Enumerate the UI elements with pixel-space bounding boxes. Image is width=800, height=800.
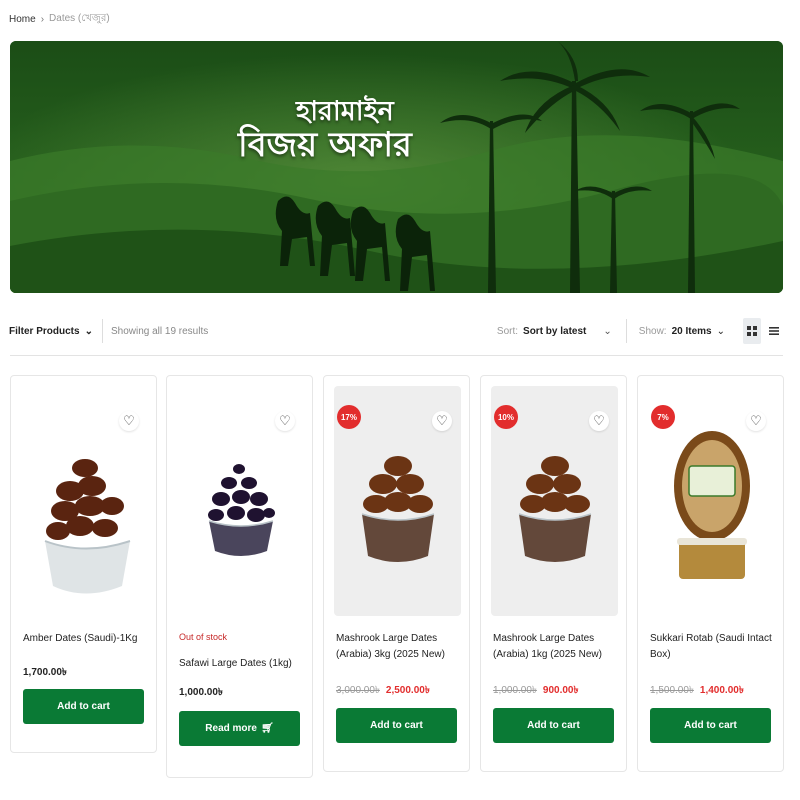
banner-title: হারামাইন বিজয় অফার — [238, 97, 412, 164]
product-price: 1,500.00৳ 1,400.00৳ — [650, 683, 744, 700]
add-to-cart-label: Add to cart — [57, 701, 110, 712]
product-price: 3,000.00৳ 2,500.00৳ — [336, 683, 430, 700]
cart-icon: 🛒︎ — [260, 723, 274, 734]
breadcrumb-current: Dates (খেজুর) — [49, 13, 110, 24]
banner-title-line1: হারামাইন — [296, 96, 394, 127]
add-to-cart-button[interactable]: Add to cart — [336, 708, 457, 743]
chevron-down-icon: ⌄ — [84, 325, 93, 337]
add-to-cart-button[interactable]: Add to cart — [650, 708, 771, 743]
show-value: 20 Items — [671, 325, 712, 337]
read-more-button[interactable]: Read more 🛒︎ — [179, 711, 300, 746]
wishlist-heart-icon[interactable]: ♡ — [275, 411, 295, 431]
add-to-cart-button[interactable]: Add to cart — [23, 689, 144, 724]
banner-desert-illustration — [10, 41, 783, 293]
chevron-down-icon: ⌄ — [716, 325, 725, 337]
read-more-label: Read more — [205, 723, 257, 734]
items-per-page-select[interactable]: Show: 20 Items ⌄ — [639, 326, 725, 337]
toolbar-divider — [10, 355, 783, 356]
add-to-cart-label: Add to cart — [370, 720, 423, 731]
product-price-current: 1,700.00৳ — [23, 667, 67, 678]
product-image[interactable]: 7% ♡ — [648, 386, 775, 616]
breadcrumb-separator: › — [40, 14, 45, 25]
product-name[interactable]: Sukkari Rotab (Saudi Intact Box) — [650, 631, 775, 662]
view-toggle — [743, 318, 783, 344]
product-card[interactable]: 17% ♡ Mashrook Large Dates (Arabia) 3kg … — [323, 375, 470, 772]
wishlist-heart-icon[interactable]: ♡ — [432, 411, 452, 431]
discount-badge: 10% — [494, 405, 518, 429]
add-to-cart-button[interactable]: Add to cart — [493, 708, 614, 743]
product-price: 1,000.00৳ — [179, 685, 223, 702]
wishlist-heart-icon[interactable]: ♡ — [746, 411, 766, 431]
discount-badge: 7% — [651, 405, 675, 429]
dates-bowl-image — [518, 456, 591, 562]
product-price-sale: 1,400.00৳ — [699, 685, 744, 696]
product-price-sale: 2,500.00৳ — [385, 685, 430, 696]
banner-title-line2: বিজয় অফার — [238, 124, 412, 165]
product-card[interactable]: 7% ♡ Sukkari Rotab (Saudi Intact Box) 1,… — [637, 375, 784, 772]
product-price: 1,700.00৳ — [23, 665, 67, 682]
product-name[interactable]: Mashrook Large Dates (Arabia) 1kg (2025 … — [493, 631, 618, 662]
product-image[interactable]: 17% ♡ — [334, 386, 461, 616]
add-to-cart-label: Add to cart — [527, 720, 580, 731]
shop-toolbar: Filter Products ⌄ Showing all 19 results… — [9, 316, 783, 346]
breadcrumb-home-link[interactable]: Home — [9, 14, 36, 25]
wishlist-heart-icon[interactable]: ♡ — [589, 411, 609, 431]
filter-products-button[interactable]: Filter Products ⌄ — [9, 319, 103, 343]
results-count: Showing all 19 results — [110, 325, 209, 337]
product-price-sale: 900.00৳ — [542, 685, 579, 696]
product-price-old: 3,000.00৳ — [336, 685, 380, 696]
product-price: 1,000.00৳ 900.00৳ — [493, 683, 578, 700]
list-view-icon[interactable] — [765, 318, 783, 344]
dates-box-image — [673, 431, 750, 579]
dates-bowl-image — [361, 456, 434, 562]
product-price-current: 1,000.00৳ — [179, 687, 223, 698]
product-card[interactable]: 10% ♡ Mashrook Large Dates (Arabia) 1kg … — [480, 375, 627, 772]
product-name[interactable]: Mashrook Large Dates (Arabia) 3kg (2025 … — [336, 631, 461, 662]
out-of-stock-label: Out of stock — [179, 632, 228, 642]
wishlist-heart-icon[interactable]: ♡ — [119, 411, 139, 431]
product-image[interactable]: 10% ♡ — [491, 386, 618, 616]
breadcrumb: Home › Dates (খেজুর) — [9, 11, 110, 28]
show-label: Show: — [638, 325, 667, 337]
product-name[interactable]: Safawi Large Dates (1kg) — [179, 656, 304, 672]
add-to-cart-label: Add to cart — [684, 720, 737, 731]
sort-select[interactable]: Sort: Sort by latest ⌄ — [497, 319, 627, 343]
sort-value: Sort by latest — [523, 325, 587, 337]
product-price-old: 1,000.00৳ — [493, 685, 537, 696]
chevron-down-icon: ⌄ — [603, 325, 612, 337]
product-image[interactable]: ♡ — [21, 386, 148, 616]
dates-bowl-image — [44, 459, 130, 594]
product-price-old: 1,500.00৳ — [650, 685, 694, 696]
filter-products-label: Filter Products — [9, 325, 80, 337]
product-image[interactable]: ♡ — [177, 386, 304, 616]
dates-bowl-image — [207, 464, 275, 556]
product-name[interactable]: Amber Dates (Saudi)-1Kg — [23, 631, 148, 647]
product-card[interactable]: ♡ Out of stock Safawi Large Dates (1kg) … — [166, 375, 313, 778]
discount-badge: 17% — [337, 405, 361, 429]
product-card[interactable]: ♡ Amber Dates (Saudi)-1Kg 1,700.00৳ Add … — [10, 375, 157, 753]
promo-banner[interactable]: হারামাইন বিজয় অফার — [10, 41, 783, 293]
grid-view-icon[interactable] — [743, 318, 761, 344]
sort-label: Sort: — [496, 325, 519, 337]
